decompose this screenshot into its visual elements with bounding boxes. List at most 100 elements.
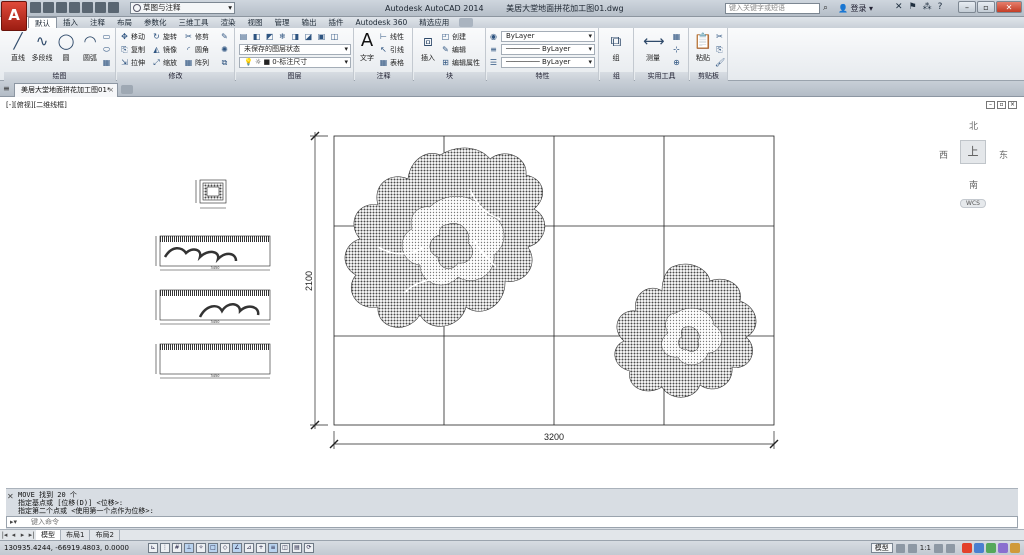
command-prompt-icon[interactable]: ▸▾: [10, 518, 24, 526]
layer-isolate-icon[interactable]: ◧: [252, 32, 261, 41]
lineweight-toggle-icon[interactable]: ≡: [268, 543, 278, 553]
redo-icon[interactable]: [108, 2, 119, 13]
new-tab-button[interactable]: [121, 85, 133, 94]
annotation-visibility-icon[interactable]: [934, 543, 943, 553]
quick-select-tool[interactable]: ⊹: [672, 44, 681, 55]
grid-display-icon[interactable]: #: [172, 543, 182, 553]
hatch-tool[interactable]: ▦: [102, 57, 111, 68]
create-block-tool[interactable]: ◰ 创建: [441, 31, 466, 42]
tab-plugins[interactable]: 插件: [323, 17, 350, 28]
undo-icon[interactable]: [95, 2, 106, 13]
tab-model[interactable]: 模型: [36, 530, 61, 540]
community-icon[interactable]: ⁂: [923, 2, 932, 12]
trim-tool[interactable]: ✂ 修剪: [184, 31, 209, 42]
rectangle-tool[interactable]: ▭: [102, 31, 111, 42]
viewcube[interactable]: 北 西 上 东 南 WCS: [932, 114, 1014, 214]
maximize-button[interactable]: ▫: [977, 1, 995, 13]
save-as-icon[interactable]: [69, 2, 80, 13]
linear-dim-tool[interactable]: ⊢ 线性: [379, 31, 404, 42]
edit-attributes-tool[interactable]: ⊞ 编辑属性: [441, 57, 480, 68]
tab-view[interactable]: 视图: [242, 17, 269, 28]
polar-tracking-icon[interactable]: ✧: [196, 543, 206, 553]
tab-default[interactable]: 默认: [28, 17, 57, 28]
quick-view-drawings-icon[interactable]: [907, 543, 917, 553]
quick-properties-icon[interactable]: ▤: [292, 543, 302, 553]
keyboard-icon[interactable]: [998, 543, 1008, 553]
command-close-icon[interactable]: ✕: [7, 492, 16, 501]
login-button[interactable]: 👤 登录 ▾: [838, 3, 873, 14]
scale-tool[interactable]: ⤢ 缩放: [152, 57, 177, 68]
leader-tool[interactable]: ↖ 引线: [379, 44, 404, 55]
panel-annotation-title[interactable]: 注释: [355, 72, 412, 81]
layer-lock-icon[interactable]: ◨: [291, 32, 300, 41]
lineweight-select[interactable]: ──────── ByLayer: [501, 57, 595, 68]
next-layout-icon[interactable]: ▸: [18, 531, 27, 539]
tab-featured-apps[interactable]: 精选应用: [413, 17, 455, 28]
tab-layout2[interactable]: 布局2: [90, 530, 120, 540]
tab-autodesk-360[interactable]: Autodesk 360: [350, 17, 414, 28]
match-properties-tool[interactable]: ◉: [489, 31, 498, 42]
detail-border-strip-1[interactable]: [155, 235, 271, 271]
detail-corner-tile[interactable]: [195, 179, 227, 209]
table-tool[interactable]: ▦ 表格: [379, 57, 404, 68]
layer-walk-icon[interactable]: ▣: [317, 32, 326, 41]
edit-block-tool[interactable]: ✎ 编辑: [441, 44, 466, 55]
file-tabs-menu-icon[interactable]: ≡: [3, 84, 11, 94]
layer-off-icon[interactable]: ◩: [265, 32, 274, 41]
share-icon[interactable]: ⚑: [909, 2, 917, 12]
calculator-tool[interactable]: ▦: [672, 31, 681, 42]
workspace-select[interactable]: 草图与注释: [130, 2, 235, 14]
tab-3d-tools[interactable]: 三维工具: [173, 17, 215, 28]
copy-tool[interactable]: ⎘ 复制: [120, 44, 145, 55]
dynamic-ucs-icon[interactable]: ⊿: [244, 543, 254, 553]
detail-border-strip-3[interactable]: [155, 343, 271, 379]
array-tool[interactable]: ▦ 阵列: [184, 57, 209, 68]
match-props-tool[interactable]: 🖌: [715, 57, 725, 68]
print-icon[interactable]: [82, 2, 93, 13]
linetype-select[interactable]: ──────── ByLayer: [501, 44, 595, 55]
mirror-tool[interactable]: ◭ 镜像: [152, 44, 177, 55]
move-tool[interactable]: ✥ 移动: [120, 31, 145, 42]
circle-button[interactable]: ◯ 圆: [54, 31, 78, 63]
minimize-button[interactable]: –: [958, 1, 976, 13]
panel-draw-title[interactable]: 绘图: [4, 72, 115, 81]
text-button[interactable]: A 文字: [356, 31, 378, 63]
dynamic-input-icon[interactable]: +: [256, 543, 266, 553]
open-file-icon[interactable]: [43, 2, 54, 13]
explode-tool[interactable]: ✺: [220, 44, 229, 55]
color-select[interactable]: ByLayer: [501, 31, 595, 42]
tab-insert[interactable]: 插入: [57, 17, 84, 28]
ribbon-toggle-icon[interactable]: [459, 18, 474, 27]
current-layer-select[interactable]: 💡 ☼ ■ 0-标注尺寸: [239, 57, 351, 68]
close-button[interactable]: ✕: [996, 1, 1022, 13]
3d-object-snap-icon[interactable]: ◇: [220, 543, 230, 553]
layer-merge-icon[interactable]: ◫: [330, 32, 339, 41]
annotation-scale[interactable]: 1:1: [920, 544, 931, 552]
id-point-tool[interactable]: ⊕: [672, 57, 681, 68]
flower-pattern-large[interactable]: [344, 147, 546, 328]
detail-border-strip-2[interactable]: [155, 289, 271, 325]
tab-layout[interactable]: 布局: [111, 17, 138, 28]
wcs-menu[interactable]: WCS: [960, 199, 986, 208]
exchange-icon[interactable]: ✕: [895, 2, 903, 12]
panel-properties-title[interactable]: 特性: [487, 72, 598, 81]
object-snap-icon[interactable]: □: [208, 543, 218, 553]
panel-groups-title[interactable]: 组: [600, 72, 633, 81]
drawing-area[interactable]: [-][俯视][二维线框] – ▫ × 3200 2100 3450 3450 …: [0, 97, 1024, 488]
infer-constraints-icon[interactable]: ⊾: [148, 543, 158, 553]
viewcube-west[interactable]: 西: [939, 148, 948, 161]
stretch-tool[interactable]: ⇲ 拉伸: [120, 57, 145, 68]
tab-annotate[interactable]: 注释: [84, 17, 111, 28]
viewcube-top-face[interactable]: 上: [960, 140, 986, 164]
transparency-icon[interactable]: ◫: [280, 543, 290, 553]
tab-parametric[interactable]: 参数化: [138, 17, 173, 28]
prev-layout-icon[interactable]: ◂: [9, 531, 18, 539]
tab-output[interactable]: 输出: [296, 17, 323, 28]
layer-freeze-icon[interactable]: ❄: [278, 32, 287, 41]
paste-button[interactable]: 📋 粘贴: [691, 31, 715, 63]
copy-clip-tool[interactable]: ⎘: [715, 44, 724, 55]
panel-modify-title[interactable]: 修改: [117, 72, 234, 81]
quick-view-layouts-icon[interactable]: [895, 543, 905, 553]
last-layout-icon[interactable]: ▸|: [27, 531, 36, 539]
erase-tool[interactable]: ✎: [220, 31, 229, 42]
